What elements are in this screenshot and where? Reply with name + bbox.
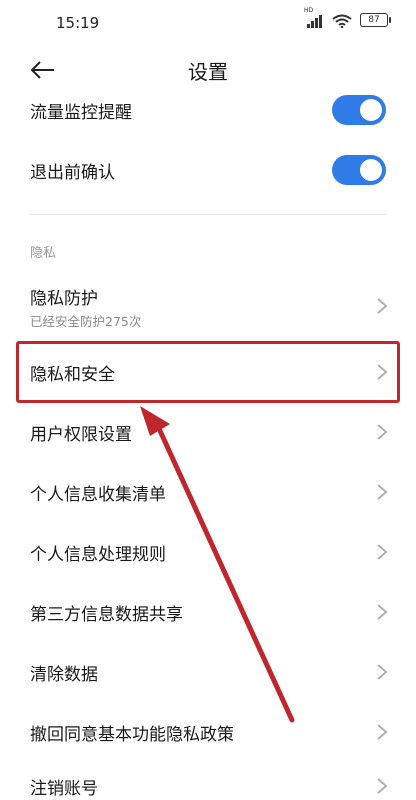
list-item-third-party-sharing[interactable]: 第三方信息数据共享 [0,590,416,634]
section-divider [30,214,386,215]
toggle-knob [360,99,382,121]
list-item-permission-settings[interactable]: 用户权限设置 [0,410,416,454]
page-title: 设置 [188,60,228,84]
list-item-withdraw-consent[interactable]: 撤回同意基本功能隐私政策 [0,710,416,754]
list-item-label: 用户权限设置 [30,425,132,445]
chevron-right-icon [377,424,388,440]
toggle-label: 退出前确认 [30,163,115,183]
exit-confirm-toggle[interactable] [332,155,386,185]
title-bar: 设置 [0,50,416,90]
network-type-label: HD [304,7,314,14]
list-item-clear-data[interactable]: 清除数据 [0,650,416,694]
chevron-right-icon [377,604,388,620]
chevron-right-icon [377,544,388,560]
section-header-privacy: 隐私 [30,246,57,261]
chevron-right-icon [377,724,388,740]
toggle-knob [360,159,382,181]
list-item-label: 注销账号 [30,779,98,799]
list-item-sublabel: 已经安全防护275次 [30,314,142,329]
list-item-privacy-security[interactable]: 隐私和安全 [0,350,416,394]
battery-icon: 87 [360,13,391,27]
list-item-label: 清除数据 [30,665,98,685]
list-item-info-processing-rules[interactable]: 个人信息处理规则 [0,530,416,574]
list-item-label: 隐私防护 [30,289,98,309]
toggle-label: 流量监控提醒 [30,103,132,123]
chevron-right-icon [377,664,388,680]
signal-icon: HD [304,7,324,28]
list-item-label: 撤回同意基本功能隐私政策 [30,725,234,745]
wifi-icon [332,13,352,29]
toggle-row-exit-confirm[interactable]: 退出前确认 [0,152,416,188]
list-item-label: 隐私和安全 [30,365,115,385]
toggle-row-traffic-monitor[interactable]: 流量监控提醒 [0,92,416,128]
list-item-label: 个人信息处理规则 [30,545,166,565]
list-item-info-collection[interactable]: 个人信息收集清单 [0,470,416,514]
status-bar: 15:19 HD 87 [0,0,416,44]
list-item-privacy-protection[interactable]: 隐私防护 已经安全防护275次 [0,280,416,334]
chevron-right-icon [377,298,388,314]
list-item-label: 个人信息收集清单 [30,485,166,505]
chevron-right-icon [377,484,388,500]
list-item-delete-account[interactable]: 注销账号 [0,768,416,800]
chevron-right-icon [377,364,388,380]
status-icons: HD 87 [304,7,391,29]
chevron-right-icon [377,778,388,794]
traffic-monitor-toggle[interactable] [332,95,386,125]
status-time: 15:19 [56,14,100,32]
list-item-label: 第三方信息数据共享 [30,605,183,625]
